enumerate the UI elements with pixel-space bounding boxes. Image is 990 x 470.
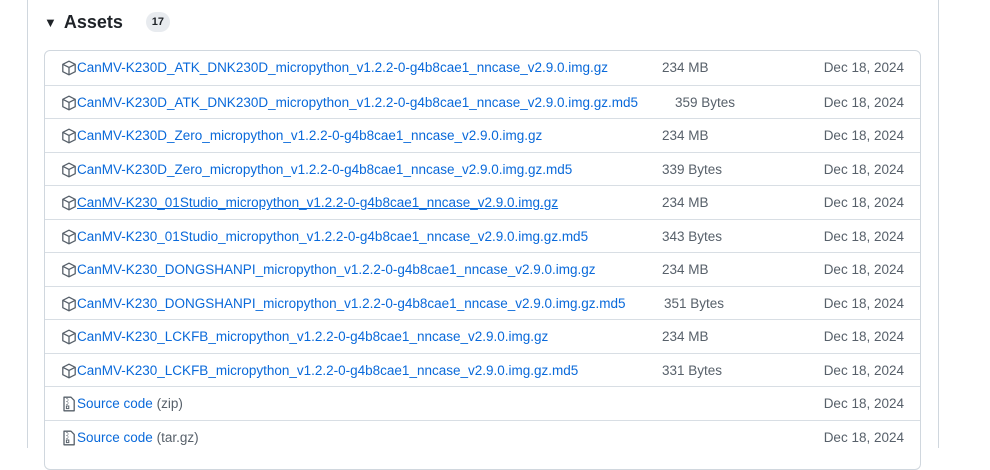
asset-size: 339 Bytes bbox=[662, 162, 723, 177]
asset-row: CanMV-K230D_Zero_micropython_v1.2.2-0-g4… bbox=[45, 152, 920, 186]
asset-link[interactable]: CanMV-K230D_Zero_micropython_v1.2.2-0-g4… bbox=[77, 153, 572, 187]
assets-list: CanMV-K230D_ATK_DNK230D_micropython_v1.2… bbox=[44, 50, 921, 470]
asset-date: Dec 18, 2024 bbox=[823, 60, 904, 75]
source-code-zip-row: Source code (zip) Dec 18, 2024 bbox=[45, 386, 920, 420]
asset-link[interactable]: CanMV-K230_LCKFB_micropython_v1.2.2-0-g4… bbox=[77, 354, 578, 388]
package-icon bbox=[62, 262, 76, 278]
package-icon bbox=[62, 363, 76, 379]
content-border-right bbox=[938, 0, 939, 448]
asset-row: CanMV-K230D_Zero_micropython_v1.2.2-0-g4… bbox=[45, 118, 920, 152]
asset-size: 343 Bytes bbox=[662, 229, 723, 244]
asset-row: CanMV-K230D_ATK_DNK230D_micropython_v1.2… bbox=[45, 85, 920, 119]
asset-link[interactable]: CanMV-K230_DONGSHANPI_micropython_v1.2.2… bbox=[77, 253, 596, 287]
asset-link[interactable]: CanMV-K230D_Zero_micropython_v1.2.2-0-g4… bbox=[77, 119, 542, 153]
asset-row: CanMV-K230_01Studio_micropython_v1.2.2-0… bbox=[45, 219, 920, 253]
file-zip-icon bbox=[63, 430, 75, 446]
package-icon bbox=[62, 95, 76, 111]
asset-size: 351 Bytes bbox=[664, 296, 725, 311]
asset-date: Dec 18, 2024 bbox=[823, 396, 904, 411]
source-code-label: Source code bbox=[77, 430, 153, 445]
package-icon bbox=[62, 229, 76, 245]
content-border-left bbox=[27, 0, 28, 448]
file-zip-icon bbox=[63, 396, 75, 412]
asset-link[interactable]: CanMV-K230_LCKFB_micropython_v1.2.2-0-g4… bbox=[77, 320, 548, 354]
asset-date: Dec 18, 2024 bbox=[823, 430, 904, 445]
asset-date: Dec 18, 2024 bbox=[823, 162, 904, 177]
package-icon bbox=[62, 296, 76, 312]
asset-size: 359 Bytes bbox=[675, 95, 736, 110]
asset-size: 234 MB bbox=[662, 60, 709, 75]
asset-date: Dec 18, 2024 bbox=[823, 195, 904, 210]
package-icon bbox=[62, 329, 76, 345]
source-code-targz-link[interactable]: Source code (tar.gz) bbox=[77, 421, 199, 455]
assets-title: Assets bbox=[63, 11, 123, 32]
asset-row: CanMV-K230_01Studio_micropython_v1.2.2-0… bbox=[45, 185, 920, 219]
package-icon bbox=[62, 162, 76, 178]
asset-date: Dec 18, 2024 bbox=[823, 329, 904, 344]
asset-date: Dec 18, 2024 bbox=[823, 363, 904, 378]
package-icon bbox=[62, 195, 76, 211]
asset-row: CanMV-K230_LCKFB_micropython_v1.2.2-0-g4… bbox=[45, 353, 920, 387]
asset-date: Dec 18, 2024 bbox=[823, 95, 904, 110]
assets-summary[interactable]: ▼ Assets 17 bbox=[44, 9, 170, 35]
asset-size: 234 MB bbox=[662, 262, 709, 277]
asset-row: CanMV-K230D_ATK_DNK230D_micropython_v1.2… bbox=[45, 51, 920, 85]
asset-size: 331 Bytes bbox=[662, 363, 723, 378]
triangle-down-icon[interactable]: ▼ bbox=[44, 15, 57, 30]
asset-row: CanMV-K230_DONGSHANPI_micropython_v1.2.2… bbox=[45, 252, 920, 286]
asset-date: Dec 18, 2024 bbox=[823, 296, 904, 311]
package-icon bbox=[62, 60, 76, 76]
source-code-label: Source code bbox=[77, 396, 153, 411]
asset-size: 234 MB bbox=[662, 195, 709, 210]
asset-link[interactable]: CanMV-K230D_ATK_DNK230D_micropython_v1.2… bbox=[77, 86, 638, 120]
asset-link[interactable]: CanMV-K230D_ATK_DNK230D_micropython_v1.2… bbox=[77, 51, 608, 85]
asset-link[interactable]: CanMV-K230_01Studio_micropython_v1.2.2-0… bbox=[77, 220, 588, 254]
source-code-targz-row: Source code (tar.gz) Dec 18, 2024 bbox=[45, 420, 920, 454]
asset-size: 234 MB bbox=[662, 329, 709, 344]
asset-date: Dec 18, 2024 bbox=[823, 128, 904, 143]
assets-count-badge: 17 bbox=[145, 12, 170, 32]
asset-size: 234 MB bbox=[662, 128, 709, 143]
asset-row: CanMV-K230_LCKFB_micropython_v1.2.2-0-g4… bbox=[45, 319, 920, 353]
source-code-ext: (zip) bbox=[156, 396, 183, 411]
source-code-zip-link[interactable]: Source code (zip) bbox=[77, 387, 183, 421]
asset-link[interactable]: CanMV-K230_DONGSHANPI_micropython_v1.2.2… bbox=[77, 287, 626, 321]
source-code-ext: (tar.gz) bbox=[156, 430, 199, 445]
asset-link[interactable]: CanMV-K230_01Studio_micropython_v1.2.2-0… bbox=[77, 186, 558, 220]
asset-date: Dec 18, 2024 bbox=[823, 262, 904, 277]
asset-date: Dec 18, 2024 bbox=[823, 229, 904, 244]
package-icon bbox=[62, 128, 76, 144]
asset-row: CanMV-K230_DONGSHANPI_micropython_v1.2.2… bbox=[45, 286, 920, 320]
